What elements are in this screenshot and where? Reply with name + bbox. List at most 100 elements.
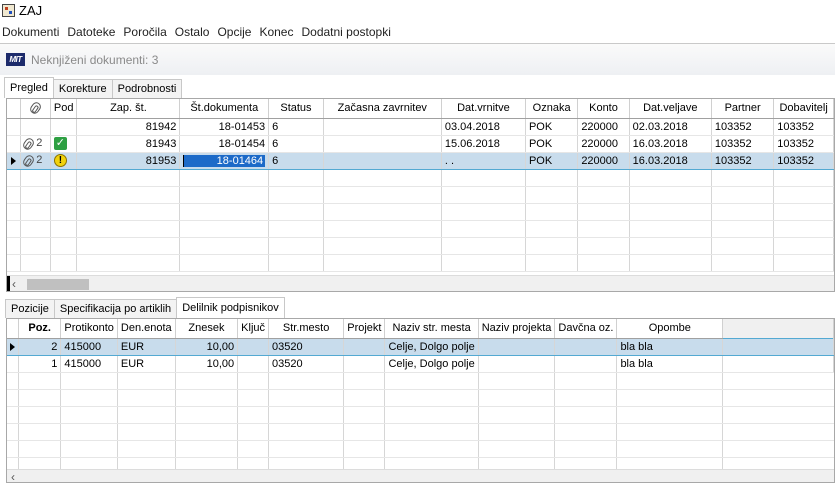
col-partner[interactable]: Partner (711, 99, 775, 119)
cell-zap-st[interactable]: 81942 (76, 118, 181, 136)
scroll-thumb[interactable] (27, 279, 89, 290)
scroll-left-arrow-icon[interactable]: ‹ (11, 470, 15, 482)
cell-den-enota[interactable]: EUR (117, 337, 176, 356)
cell-status[interactable]: 6 (268, 135, 324, 153)
cell-st-dokumenta[interactable]: 18-01454 (179, 135, 270, 153)
menu-opcije[interactable]: Opcije (213, 25, 255, 39)
cell-protikonto[interactable]: 415000 (60, 337, 118, 356)
cell-st-dokumenta[interactable]: 18-01453 (179, 118, 270, 136)
cell-zacasna[interactable] (323, 118, 442, 136)
cell-dobavitelj[interactable]: 103352 (773, 135, 834, 153)
col-naziv-projekta[interactable]: Naziv projekta (478, 319, 556, 339)
col-str-mesto[interactable]: Str.mesto (268, 319, 345, 339)
cell-partner[interactable]: 103352 (711, 151, 775, 170)
cell-partner[interactable]: 103352 (711, 135, 775, 153)
cell-dobavitelj[interactable]: 103352 (773, 118, 834, 136)
col-oznaka[interactable]: Oznaka (525, 99, 579, 119)
col-poz[interactable]: Poz. (18, 319, 62, 339)
col-zap-st[interactable]: Zap. št. (76, 99, 181, 119)
menu-porocila[interactable]: Poročila (119, 25, 170, 39)
cell-poz[interactable]: 2 (18, 337, 62, 356)
col-attachments[interactable] (20, 99, 51, 119)
cell-dat-veljave[interactable]: 02.03.2018 (629, 118, 712, 136)
cell-konto[interactable]: 220000 (577, 151, 630, 170)
bottom-horizontal-scrollbar[interactable]: ‹ (7, 469, 834, 482)
cell-naziv-projekta[interactable] (478, 337, 556, 356)
cell-dat-vrnitve[interactable]: 03.04.2018 (441, 118, 526, 136)
cell-naziv-projekta[interactable] (478, 355, 556, 373)
col-dat-vrnitve[interactable]: Dat.vrnitve (441, 99, 526, 119)
cell-konto[interactable]: 220000 (577, 118, 630, 136)
cell-zacasna[interactable] (323, 151, 442, 170)
col-dat-veljave[interactable]: Dat.veljave (629, 99, 712, 119)
table-row-selected[interactable]: 2 ! 81953 18-01464 6 . . POK 220000 16.0… (7, 151, 834, 170)
cell-naziv-str-mesta[interactable]: Celje, Dolgo polje (384, 337, 479, 356)
col-pod[interactable]: Pod (50, 99, 78, 119)
tab-delilnik-podpisnikov[interactable]: Delilnik podpisnikov (176, 297, 285, 318)
cell-konto[interactable]: 220000 (577, 135, 630, 153)
cell-kljuc[interactable] (237, 355, 270, 373)
col-davcna-oz[interactable]: Davčna oz. (554, 319, 618, 339)
cell-dobavitelj[interactable]: 103352 (773, 151, 834, 170)
tab-korekture[interactable]: Korekture (52, 79, 113, 98)
col-kljuc[interactable]: Ključ (237, 319, 270, 339)
menu-dodatni-postopki[interactable]: Dodatni postopki (297, 25, 394, 39)
cell-st-dokumenta[interactable]: 18-01464 (179, 151, 270, 170)
col-zacasna-zavrnitev[interactable]: Začasna zavrnitev (323, 99, 442, 119)
tab-pozicije[interactable]: Pozicije (5, 299, 55, 318)
cell-davcna-oz[interactable] (554, 337, 618, 356)
cell-zacasna[interactable] (323, 135, 442, 153)
cell-oznaka[interactable]: POK (525, 135, 579, 153)
table-row[interactable]: 2 ✓ 81943 18-01454 6 15.06.2018 POK 2200… (7, 135, 834, 153)
cell-zap-st[interactable]: 81943 (76, 135, 181, 153)
tab-podrobnosti[interactable]: Podrobnosti (111, 79, 183, 98)
cell-den-enota[interactable]: EUR (117, 355, 176, 373)
cell-status[interactable]: 6 (268, 118, 324, 136)
cell-opombe[interactable]: bla bla (616, 337, 724, 356)
cell-dat-veljave[interactable]: 16.03.2018 (629, 135, 712, 153)
cell-oznaka[interactable]: POK (525, 118, 579, 136)
cell-protikonto[interactable]: 415000 (60, 355, 118, 373)
col-st-dokumenta[interactable]: Št.dokumenta (179, 99, 270, 119)
cell-znesek[interactable]: 10,00 (175, 337, 239, 356)
cell-davcna-oz[interactable] (554, 355, 618, 373)
cell-dat-vrnitve[interactable]: 15.06.2018 (441, 135, 526, 153)
cell-dat-veljave[interactable]: 16.03.2018 (629, 151, 712, 170)
cell-str-mesto[interactable]: 03520 (268, 355, 345, 373)
col-projekt[interactable]: Projekt (343, 319, 386, 339)
cell-partner[interactable]: 103352 (711, 118, 775, 136)
col-dobavitelj[interactable]: Dobavitelj (773, 99, 834, 119)
col-protikonto[interactable]: Protikonto (60, 319, 118, 339)
col-den-enota[interactable]: Den.enota (117, 319, 176, 339)
scroll-left-arrow-icon[interactable]: ‹ (12, 277, 16, 291)
cell-naziv-str-mesta[interactable]: Celje, Dolgo polje (384, 355, 479, 373)
cell-projekt[interactable] (343, 337, 386, 356)
col-znesek[interactable]: Znesek (175, 319, 239, 339)
cell-oznaka[interactable]: POK (525, 151, 579, 170)
tab-pregled[interactable]: Pregled (4, 77, 54, 98)
cell-status[interactable]: 6 (268, 151, 324, 170)
cell-dat-vrnitve[interactable]: . . (441, 151, 526, 170)
cell-attachments[interactable] (20, 118, 51, 136)
menu-datoteke[interactable]: Datoteke (63, 25, 119, 39)
col-status[interactable]: Status (268, 99, 324, 119)
table-row[interactable]: 81942 18-01453 6 03.04.2018 POK 220000 0… (7, 118, 834, 136)
col-opombe[interactable]: Opombe (616, 319, 724, 339)
cell-poz[interactable]: 1 (18, 355, 62, 373)
cell-zap-st[interactable]: 81953 (76, 151, 181, 170)
menu-dokumenti[interactable]: Dokumenti (0, 25, 63, 39)
col-naziv-str-mesta[interactable]: Naziv str. mesta (384, 319, 479, 339)
table-row[interactable]: 1 415000 EUR 10,00 03520 Celje, Dolgo po… (7, 355, 834, 373)
cell-attachments[interactable]: 2 (20, 151, 51, 170)
col-konto[interactable]: Konto (577, 99, 630, 119)
cell-opombe[interactable]: bla bla (616, 355, 724, 373)
tab-specifikacija[interactable]: Specifikacija po artiklih (53, 299, 178, 318)
menu-konec[interactable]: Konec (255, 25, 297, 39)
top-horizontal-scrollbar[interactable]: ‹ (7, 275, 834, 291)
cell-znesek[interactable]: 10,00 (175, 355, 239, 373)
table-row-selected[interactable]: 2 415000 EUR 10,00 03520 Celje, Dolgo po… (7, 337, 834, 356)
cell-str-mesto[interactable]: 03520 (268, 337, 345, 356)
st-dokumenta-edit[interactable]: 18-01464 (183, 154, 266, 167)
cell-kljuc[interactable] (237, 337, 270, 356)
cell-attachments[interactable]: 2 (20, 135, 51, 153)
